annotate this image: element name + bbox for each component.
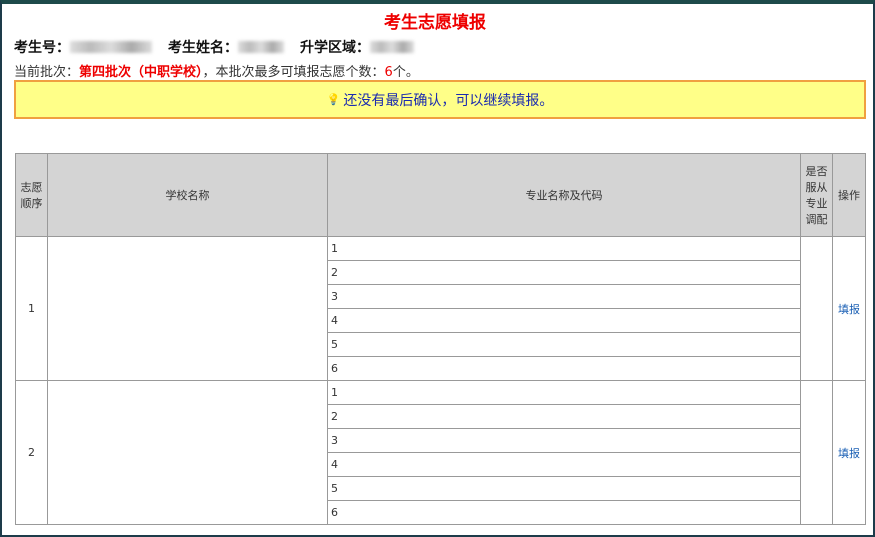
fill-link[interactable]: 填报 [838,303,860,316]
major-cell[interactable]: 5 [327,476,801,501]
notice-text: 还没有最后确认，可以继续填报。 [343,92,554,109]
order-cell: 1 [15,236,48,381]
batch-mid: ，本批次最多可填报志愿个数： [202,65,385,80]
obey-cell [800,380,833,525]
header-major: 专业名称及代码 [327,153,801,237]
batch-label: 当前批次： [14,65,80,80]
major-cell[interactable]: 2 [327,404,801,429]
exam-no-value-blurred [70,41,152,53]
fill-link[interactable]: 填报 [838,447,860,460]
action-cell: 填报 [832,380,866,525]
obey-cell [800,236,833,381]
order-cell: 2 [15,380,48,525]
name-label: 考生姓名： [168,40,238,56]
major-cell[interactable]: 1 [327,380,801,405]
major-cell[interactable]: 6 [327,500,801,525]
header-obey: 是否服从专业调配 [800,153,833,237]
notice-banner: 💡 还没有最后确认，可以继续填报。 [14,80,866,119]
region-value-blurred [370,41,414,53]
header-order: 志愿顺序 [15,153,48,237]
page-frame: 考生志愿填报 考生号： 考生姓名： 升学区域： 当前批次：第四批次（中职学校），… [0,0,875,537]
major-cell[interactable]: 3 [327,428,801,453]
lightbulb-icon: 💡 [326,93,341,106]
school-cell[interactable] [47,236,328,381]
school-cell[interactable] [47,380,328,525]
batch-count: 6 [384,65,393,80]
major-cell[interactable]: 6 [327,356,801,381]
title-text: 考生志愿填报 [384,13,486,33]
major-cell[interactable]: 4 [327,308,801,333]
region-label: 升学区域： [300,40,370,56]
header-action: 操作 [832,153,866,237]
table-row: 1 1 填报 [15,236,866,381]
batch-line: 当前批次：第四批次（中职学校），本批次最多可填报志愿个数：6个。 [14,61,419,82]
batch-suffix: 个。 [392,65,419,80]
table-row: 2 1 填报 [15,380,866,525]
major-cell[interactable]: 4 [327,452,801,477]
action-cell: 填报 [832,236,866,381]
major-cell[interactable]: 5 [327,332,801,357]
exam-no-label: 考生号： [14,40,70,56]
student-info: 考生号： 考生姓名： 升学区域： [14,37,430,57]
major-cell[interactable]: 3 [327,284,801,309]
choices-table: 志愿顺序 学校名称 专业名称及代码 是否服从专业调配 操作 1 1 填报 2 3 4 5 6 2… [15,153,866,525]
header-school: 学校名称 [47,153,328,237]
name-value-blurred [238,41,284,53]
major-cell[interactable]: 1 [327,236,801,261]
major-cell[interactable]: 2 [327,260,801,285]
table-header: 志愿顺序 学校名称 专业名称及代码 是否服从专业调配 操作 [15,153,866,237]
